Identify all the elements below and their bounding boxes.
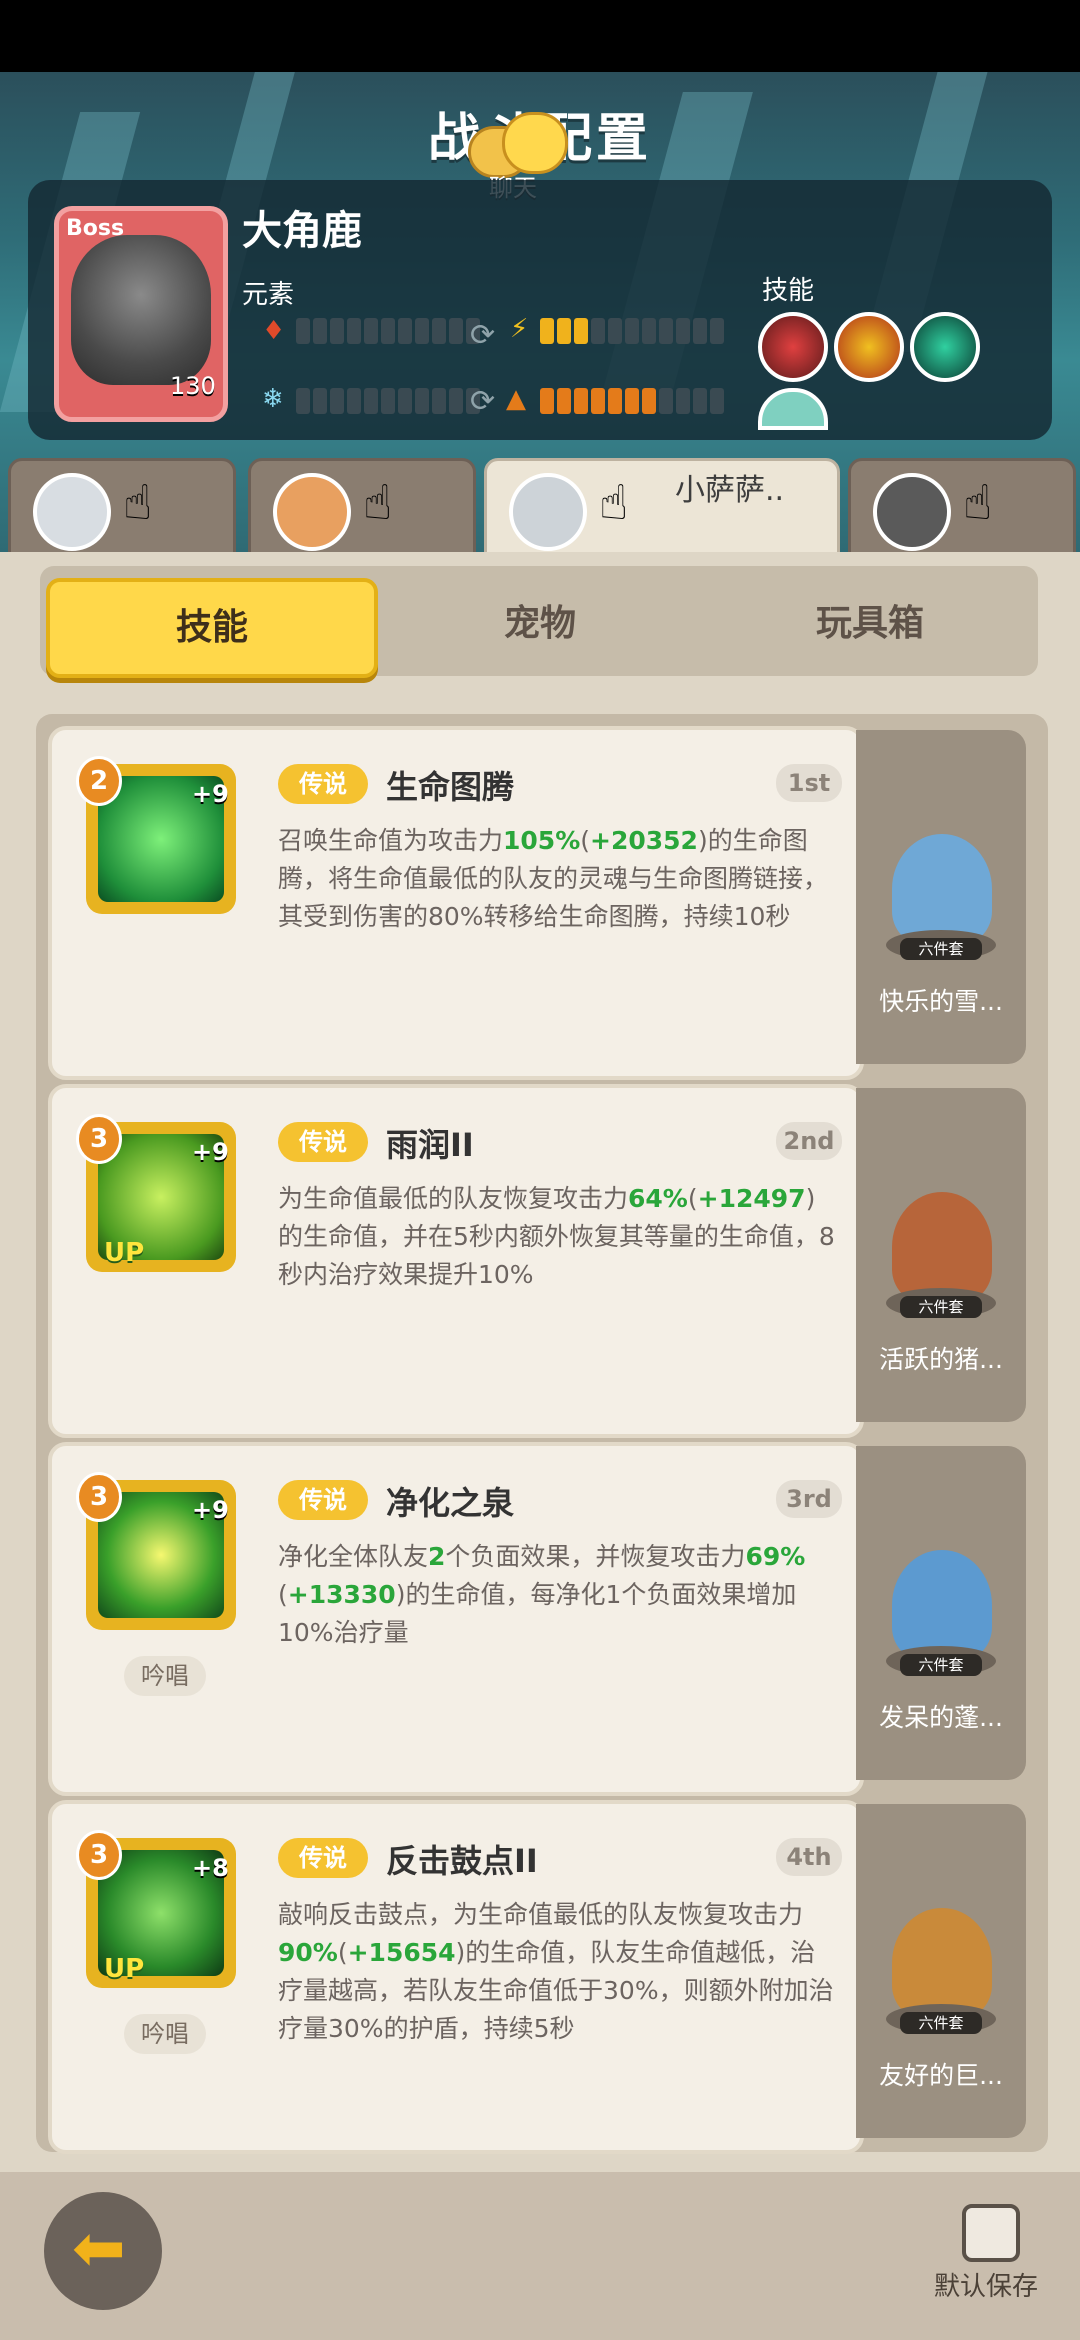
chant-tag: 吟唱 (124, 2014, 206, 2054)
skill-rank: 4th (776, 1838, 842, 1876)
swap-icon: ⟳ (470, 318, 496, 353)
boss-face-image (71, 235, 211, 385)
pet-set-tag: 六件套 (900, 1296, 982, 1318)
skill-bonus: +9 (192, 1496, 229, 1524)
default-save-checkbox[interactable] (962, 2204, 1020, 2262)
skill-card-3[interactable]: 3 +9 吟唱 传说 净化之泉 3rd 净化全体队友2个负面效果，并恢复攻击力6… (48, 1442, 864, 1796)
boss-skill-1[interactable] (758, 312, 828, 382)
pet-figure (892, 1908, 992, 2018)
lightning-icon: ⚡ (510, 314, 529, 344)
status-bar (0, 0, 1080, 72)
hero-avatar (873, 473, 951, 551)
swap-icon-2: ⟳ (470, 384, 496, 419)
skill-card-1[interactable]: 2 +9 传说 生命图腾 1st 召唤生命值为攻击力105%(+20352)的生… (48, 726, 864, 1080)
pet-figure (892, 834, 992, 944)
skill-rank: 2nd (776, 1122, 842, 1160)
pet-figure (892, 1550, 992, 1660)
hero-tab-4[interactable]: ☝ (848, 458, 1076, 558)
skill-bonus: +9 (192, 1138, 229, 1166)
boss-tag: Boss (66, 216, 125, 241)
skill-card-2[interactable]: 3 +9 UP 传说 雨润II 2nd 为生命值最低的队友恢复攻击力64%(+1… (48, 1084, 864, 1438)
skill-level-badge: 3 (76, 1830, 122, 1880)
rarity-badge: 传说 (278, 1480, 368, 1520)
rarity-badge: 传说 (278, 1838, 368, 1878)
tab-skills[interactable]: 技能 (46, 578, 378, 678)
pet-name: 快乐的雪... (879, 987, 1003, 1016)
skill-description: 敲响反击鼓点，为生命值最低的队友恢复攻击力90%(+15654)的生命值，队友生… (278, 1900, 834, 2043)
hero-name: 小萨萨.. (675, 473, 785, 508)
skill-description: 为生命值最低的队友恢复攻击力64%(+12497)的生命值，并在5秒内额外恢复其… (278, 1184, 835, 1289)
skill-level-badge: 3 (76, 1472, 122, 1522)
pet-figure (892, 1192, 992, 1302)
hero-tab-2[interactable]: ☝ (248, 458, 476, 558)
skill-description: 净化全体队友2个负面效果，并恢复攻击力69%(+13330)的生命值，每净化1个… (278, 1542, 806, 1647)
ice-bar (296, 386, 496, 416)
skill-card-4[interactable]: 3 +8 UP 吟唱 传说 反击鼓点II 4th 敲响反击鼓点，为生命值最低的队… (48, 1800, 864, 2154)
pet-set-tag: 六件套 (900, 938, 982, 960)
skill-rank: 1st (776, 764, 842, 802)
pet-set-tag: 六件套 (900, 1654, 982, 1676)
rarity-badge: 传说 (278, 1122, 368, 1162)
fire-icon: ♦ (262, 316, 286, 346)
footer-bar (0, 2172, 1080, 2340)
hand-icon: ☝ (363, 475, 393, 531)
tab-toybox[interactable]: 玩具箱 (710, 578, 1030, 670)
hero-tab-row: ☝ ☝ ☝ 小萨萨.. ☝ (0, 458, 1080, 558)
boss-level: 130 (170, 372, 216, 400)
hero-avatar (273, 473, 351, 551)
skill-level-badge: 3 (76, 1114, 122, 1164)
boss-skill-label: 技能 (762, 276, 815, 306)
default-save-label: 默认保存 (934, 2272, 1039, 2302)
pet-set-tag: 六件套 (900, 2012, 982, 2034)
skill-name: 反击鼓点II (386, 1842, 538, 1880)
skill-description: 召唤生命值为攻击力105%(+20352)的生命图腾，将生命值最低的队友的灵魂与… (278, 826, 829, 931)
skill-name: 雨润II (386, 1126, 474, 1164)
skill-rank: 3rd (776, 1480, 842, 1518)
pet-slot-3[interactable]: 六件套 发呆的蓬... (856, 1446, 1026, 1780)
element-label: 元素 (242, 280, 295, 310)
lightning-bar (540, 316, 740, 346)
boss-skill-2[interactable] (834, 312, 904, 382)
pet-name: 友好的巨... (879, 2061, 1003, 2090)
pet-slot-2[interactable]: 六件套 活跃的猪... (856, 1088, 1026, 1422)
skill-name: 生命图腾 (386, 768, 515, 806)
back-arrow-icon: ⬅ (72, 2212, 126, 2286)
tab-pets[interactable]: 宠物 (380, 578, 700, 670)
boss-name: 大角鹿 (242, 208, 362, 254)
hero-avatar (33, 473, 111, 551)
skill-name: 净化之泉 (386, 1484, 515, 1522)
pet-name: 活跃的猪... (879, 1345, 1003, 1374)
ice-icon: ❄ (262, 384, 284, 414)
hero-avatar (509, 473, 587, 551)
back-button[interactable]: ⬅ (44, 2192, 162, 2310)
pet-slot-1[interactable]: 六件套 快乐的雪... (856, 730, 1026, 1064)
hand-icon: ☝ (963, 475, 993, 531)
rarity-badge: 传说 (278, 764, 368, 804)
skill-bonus: +9 (192, 780, 229, 808)
hero-tab-1[interactable]: ☝ (8, 458, 236, 558)
hand-icon: ☝ (123, 475, 153, 531)
fire-bar (296, 316, 496, 346)
upgrade-tag: UP (104, 1238, 145, 1268)
pet-slot-4[interactable]: 六件套 友好的巨... (856, 1804, 1026, 2138)
hero-tab-3[interactable]: ☝ 小萨萨.. (484, 458, 840, 558)
earth-bar (540, 386, 740, 416)
smiley-icon (502, 112, 568, 174)
hand-icon: ☝ (599, 475, 629, 531)
chant-tag: 吟唱 (124, 1656, 206, 1696)
upgrade-tag: UP (104, 1954, 145, 1984)
skill-bonus: +8 (192, 1854, 229, 1882)
earth-icon: ▲ (506, 384, 526, 414)
boss-skill-3[interactable] (910, 312, 980, 382)
skill-level-badge: 2 (76, 756, 122, 806)
pet-name: 发呆的蓬... (879, 1703, 1003, 1732)
